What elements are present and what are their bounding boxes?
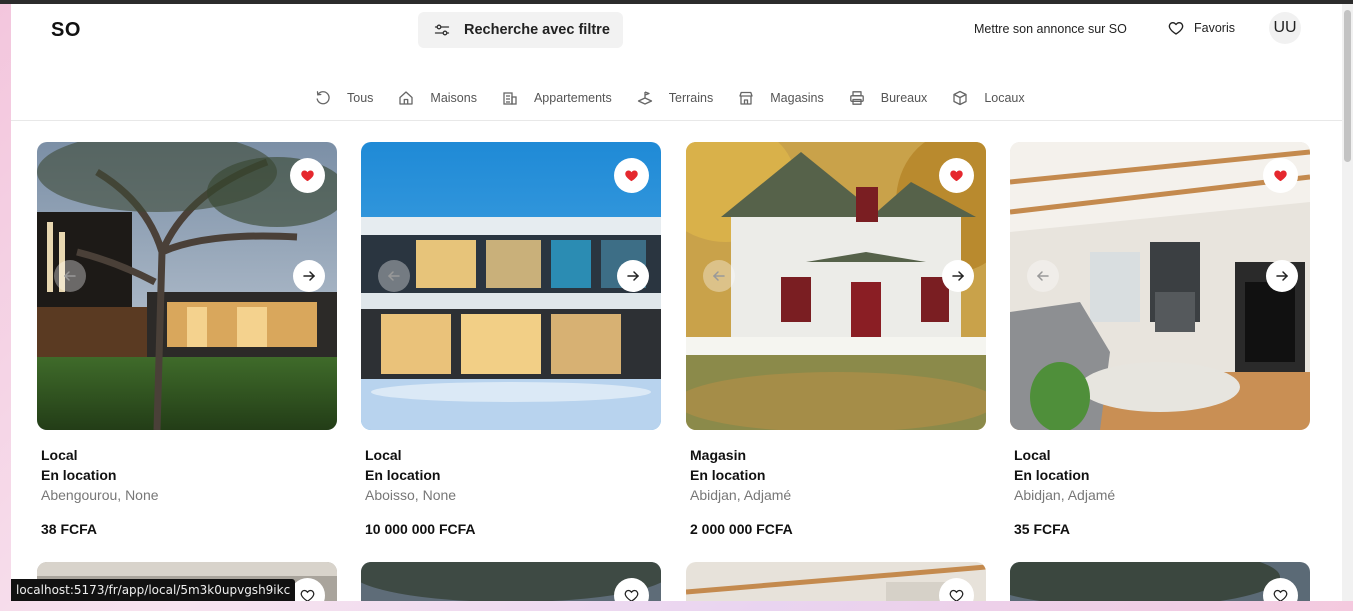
next-image-button[interactable]: [617, 260, 649, 292]
refresh-icon: [316, 91, 330, 105]
listing-status: En location: [41, 467, 117, 483]
arrow-right-icon: [952, 271, 965, 281]
favorites-link[interactable]: Favoris: [1168, 20, 1235, 36]
heart-filled-icon: [1274, 170, 1287, 182]
listing-price: 35 FCFA: [1014, 521, 1071, 537]
listing-location: Abidjan, Adjamé: [1014, 487, 1116, 503]
box-icon: [953, 90, 967, 106]
category-bar: Tous Maisons Appartements Terrains Magas…: [315, 90, 1050, 106]
building-icon: [503, 92, 517, 105]
heart-outline-icon: [1273, 589, 1288, 601]
heart-filled-icon: [301, 170, 314, 182]
category-tous[interactable]: Tous: [315, 90, 373, 106]
listing-photo: [686, 142, 986, 430]
heart-outline-icon: [949, 589, 964, 601]
arrow-right-icon: [1276, 271, 1289, 281]
listing-price: 2 000 000 FCFA: [690, 521, 793, 537]
listing-type: Local: [41, 447, 78, 463]
listing-card[interactable]: Local En location Abidjan, Adjamé 35 FCF…: [1010, 142, 1310, 537]
category-maisons[interactable]: Maisons: [398, 90, 477, 106]
category-label: Locaux: [984, 91, 1025, 105]
heart-outline-icon: [300, 589, 315, 601]
category-label: Maisons: [430, 91, 477, 105]
favorite-toggle-button[interactable]: [614, 158, 649, 193]
favorite-toggle-button[interactable]: [1263, 158, 1298, 193]
category-bureaux[interactable]: Bureaux: [849, 90, 928, 106]
user-avatar[interactable]: UU: [1269, 12, 1301, 44]
listing-location: Aboisso, None: [365, 487, 457, 503]
favorites-label: Favoris: [1194, 21, 1235, 35]
listing-type: Local: [365, 447, 402, 463]
listing-photo: [1010, 142, 1310, 430]
header-divider: [11, 120, 1342, 121]
publish-ad-link[interactable]: Mettre son annonce sur SO: [974, 22, 1127, 36]
category-magasins[interactable]: Magasins: [738, 90, 824, 106]
listing-status: En location: [365, 467, 441, 483]
arrow-right-icon: [627, 271, 640, 281]
listing-card[interactable]: [686, 562, 986, 601]
scrollbar-thumb[interactable]: [1344, 10, 1351, 162]
page: SO Recherche avec filtre Mettre son anno…: [11, 4, 1342, 601]
heart-outline-icon: [624, 589, 639, 601]
house-icon: [399, 91, 414, 105]
land-icon: [637, 91, 652, 105]
listing-location: Abengourou, None: [41, 487, 159, 503]
vertical-scrollbar[interactable]: [1342, 4, 1353, 601]
category-label: Appartements: [533, 91, 612, 105]
next-image-button[interactable]: [293, 260, 325, 292]
favorite-toggle-button[interactable]: [290, 158, 325, 193]
arrow-left-icon: [387, 271, 400, 281]
category-label: Terrains: [668, 91, 714, 105]
listing-card[interactable]: Local En location Abengourou, None 38 FC…: [37, 142, 337, 537]
heart-outline-icon: [1168, 22, 1184, 35]
heart-filled-icon: [950, 170, 963, 182]
listing-type: Local: [1014, 447, 1051, 463]
listing-price: 10 000 000 FCFA: [365, 521, 476, 537]
previous-image-button[interactable]: [378, 260, 410, 292]
printer-icon: [849, 91, 864, 105]
favorite-toggle-button[interactable]: [939, 158, 974, 193]
listing-card[interactable]: Magasin En location Abidjan, Adjamé 2 00…: [686, 142, 986, 537]
logo[interactable]: SO: [51, 19, 81, 42]
arrow-right-icon: [303, 271, 316, 281]
listing-status: En location: [1014, 467, 1090, 483]
previous-image-button[interactable]: [54, 260, 86, 292]
heart-filled-icon: [625, 170, 638, 182]
category-label: Tous: [347, 91, 374, 105]
previous-image-button[interactable]: [703, 260, 735, 292]
search-filter-label: Recherche avec filtre: [464, 22, 610, 38]
link-status-bar: localhost:5173/fr/app/local/5m3k0upvgsh9…: [11, 579, 296, 601]
arrow-left-icon: [1036, 271, 1049, 281]
listing-photo: [361, 142, 661, 430]
listing-price: 38 FCFA: [41, 521, 98, 537]
sliders-icon: [434, 24, 450, 36]
listing-card[interactable]: [361, 562, 661, 601]
previous-image-button[interactable]: [1027, 260, 1059, 292]
listing-location: Abidjan, Adjamé: [690, 487, 792, 503]
listing-card[interactable]: Local En location Aboisso, None 10 000 0…: [361, 142, 661, 537]
search-filter-button[interactable]: Recherche avec filtre: [418, 12, 623, 48]
arrow-left-icon: [63, 271, 76, 281]
next-image-button[interactable]: [942, 260, 974, 292]
category-locaux[interactable]: Locaux: [952, 90, 1025, 106]
arrow-left-icon: [712, 271, 725, 281]
category-label: Magasins: [770, 91, 824, 105]
listing-status: En location: [690, 467, 766, 483]
category-terrains[interactable]: Terrains: [637, 90, 713, 106]
category-appartements[interactable]: Appartements: [502, 90, 612, 106]
next-image-button[interactable]: [1266, 260, 1298, 292]
listing-card[interactable]: [1010, 562, 1310, 601]
listing-photo: [37, 142, 337, 430]
store-icon: [739, 91, 753, 105]
category-label: Bureaux: [880, 91, 928, 105]
listing-type: Magasin: [690, 447, 747, 463]
